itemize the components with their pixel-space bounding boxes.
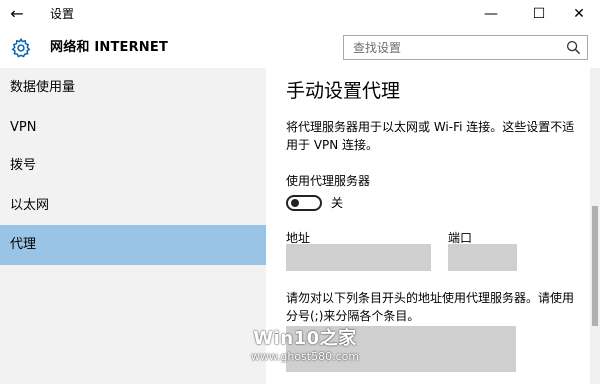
search-icon[interactable] [566,40,581,55]
toggle-state-label: 关 [331,196,344,210]
port-field[interactable] [448,244,517,271]
watermark-url: www.ghost580.com [250,350,360,363]
gear-icon [11,37,31,58]
title-bar: ← 设置 — ☐ ✕ [0,0,600,28]
settings-header: 网络和 INTERNET [0,28,600,68]
close-button[interactable]: ✕ [556,0,600,28]
search-input[interactable] [344,36,559,59]
page-title: 网络和 INTERNET [50,40,169,55]
sidebar-item-ethernet[interactable]: 以太网 [0,186,266,226]
address-field[interactable] [286,244,431,271]
exceptions-description: 请勿对以下列条目开头的地址使用代理服务器。请使用分号(;)来分隔各个条目。 [286,291,575,323]
sidebar-item-proxy[interactable]: 代理 [0,225,266,265]
scroll-thumb[interactable] [592,206,598,326]
scrollbar[interactable] [590,68,600,384]
minimize-button[interactable]: — [468,0,514,28]
proxy-description: 将代理服务器用于以太网或 Wi-Fi 连接。这些设置不适用于 VPN 连接。 [286,120,575,152]
watermark: Win10之家 www.ghost580.com [230,328,380,364]
toggle-knob [291,199,299,207]
back-arrow-icon[interactable]: ← [6,3,28,25]
search-box[interactable] [343,35,588,60]
window-title: 设置 [50,7,75,21]
sidebar-item-vpn[interactable]: VPN [0,108,266,148]
use-proxy-label: 使用代理服务器 [286,174,371,188]
sidebar-item-data-usage[interactable]: 数据使用量 [0,68,266,108]
use-proxy-toggle[interactable] [286,195,322,211]
sidebar-item-dial-up[interactable]: 拨号 [0,146,266,186]
watermark-title: Win10之家 [253,328,357,349]
sidebar: 数据使用量 VPN 拨号 以太网 代理 [0,68,266,384]
section-heading: 手动设置代理 [286,80,401,102]
